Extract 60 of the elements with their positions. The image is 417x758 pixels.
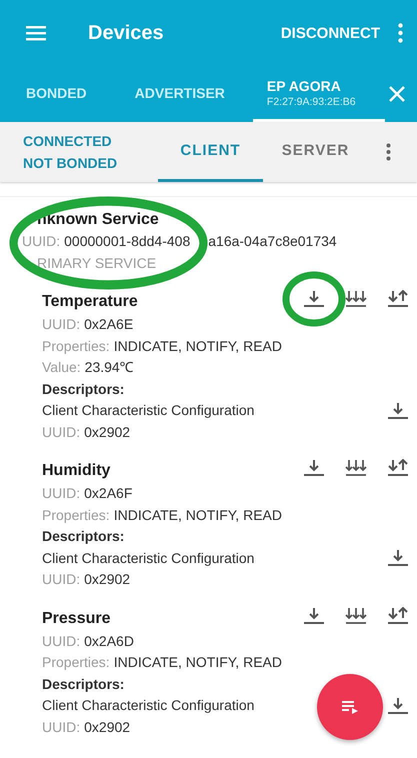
log-icon bbox=[341, 700, 359, 714]
indicate-icon[interactable] bbox=[387, 606, 409, 624]
connection-status: CONNECTED bbox=[23, 132, 113, 151]
device-tab[interactable]: BONDED bbox=[0, 66, 121, 122]
notify-icon[interactable] bbox=[345, 290, 367, 308]
device-tab[interactable]: ADVERTISER bbox=[120, 66, 239, 122]
uuid-label: UUID: bbox=[42, 485, 80, 501]
more-options-icon[interactable] bbox=[386, 143, 391, 161]
uuid-value: 0x2A6F bbox=[84, 485, 132, 501]
properties-label: Properties: bbox=[42, 654, 110, 670]
read-icon[interactable] bbox=[387, 402, 409, 420]
characteristic-name: Temperature bbox=[42, 293, 138, 311]
read-icon[interactable] bbox=[387, 696, 409, 715]
descriptors-label: Descriptors: bbox=[42, 380, 126, 399]
client-server-tab[interactable]: CLIENT bbox=[158, 122, 263, 182]
uuid-value: 0x2A6E bbox=[84, 316, 134, 332]
uuid-value: 0x2902 bbox=[84, 424, 130, 440]
log-button[interactable] bbox=[317, 674, 383, 740]
indicate-icon[interactable] bbox=[387, 459, 409, 477]
notify-icon[interactable] bbox=[345, 459, 367, 477]
characteristic-name: Pressure bbox=[42, 610, 110, 628]
uuid-value: 0x2A6D bbox=[84, 632, 134, 648]
characteristic-value: 23.94℃ bbox=[84, 359, 134, 375]
uuid-label: UUID: bbox=[42, 632, 80, 648]
app-title: Devices bbox=[88, 22, 165, 44]
more-options-icon[interactable] bbox=[398, 23, 403, 43]
characteristic-name: Humidity bbox=[42, 462, 110, 480]
descriptors-label: Descriptors: bbox=[42, 527, 126, 546]
notify-icon[interactable] bbox=[345, 606, 367, 624]
read-icon[interactable] bbox=[303, 606, 325, 624]
uuid-value: 0x2902 bbox=[84, 571, 130, 587]
properties-value: INDICATE, NOTIFY, READ bbox=[114, 506, 282, 522]
read-icon[interactable] bbox=[303, 459, 325, 477]
uuid-label: UUID: bbox=[22, 233, 60, 249]
properties-label: Properties: bbox=[42, 338, 110, 354]
annotation-ellipse bbox=[282, 271, 346, 327]
read-icon[interactable] bbox=[387, 549, 409, 568]
uuid-value: 0x2902 bbox=[84, 718, 130, 734]
bond-status: NOT BONDED bbox=[23, 154, 118, 173]
uuid-value: a16a-04a7c8e01734 bbox=[208, 233, 337, 249]
properties-value: INDICATE, NOTIFY, READ bbox=[114, 654, 282, 670]
uuid-label: UUID: bbox=[42, 316, 80, 332]
client-server-tab[interactable]: SERVER bbox=[263, 122, 368, 182]
uuid-value: 00000001-8dd4-408 bbox=[64, 233, 190, 249]
uuid-label: UUID: bbox=[42, 571, 80, 587]
disconnect-button[interactable]: DISCONNECT bbox=[274, 20, 386, 46]
properties-label: Properties: bbox=[42, 506, 110, 522]
descriptor-name: Client Characteristic Configuration bbox=[42, 548, 254, 568]
value-label: Value: bbox=[42, 359, 81, 375]
descriptor-name: Client Characteristic Configuration bbox=[42, 696, 254, 715]
properties-value: INDICATE, NOTIFY, READ bbox=[114, 338, 282, 354]
indicate-icon[interactable] bbox=[387, 290, 409, 308]
descriptors-label: Descriptors: bbox=[42, 674, 126, 694]
menu-icon[interactable] bbox=[26, 25, 46, 41]
service-type: RIMARY SERVICE bbox=[37, 254, 156, 270]
uuid-label: UUID: bbox=[42, 718, 80, 734]
close-icon[interactable] bbox=[389, 86, 405, 102]
read-icon[interactable] bbox=[303, 290, 325, 308]
uuid-label: UUID: bbox=[42, 424, 80, 440]
descriptor-name: Client Characteristic Configuration bbox=[42, 401, 254, 420]
